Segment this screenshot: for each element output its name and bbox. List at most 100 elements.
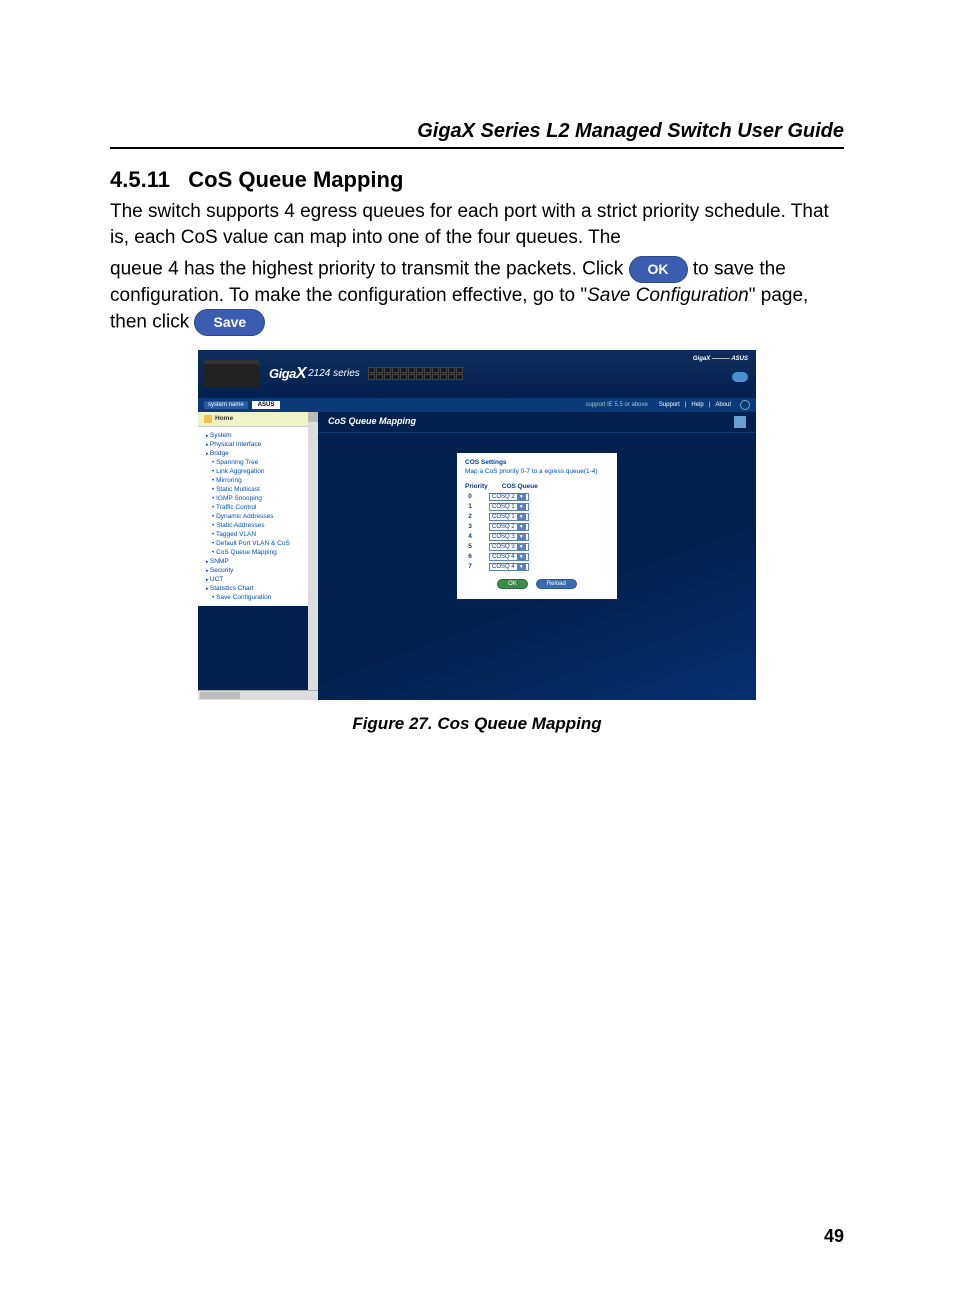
- support-text: support IE 5.5 or above: [585, 402, 647, 408]
- nav-item[interactable]: Statistics Chart: [206, 584, 317, 593]
- shot-topbar: GigaX 2124 series GigaX ——— ASUS: [198, 350, 756, 398]
- nav-item[interactable]: System: [206, 431, 317, 440]
- sidebar-scroll-h[interactable]: [198, 690, 318, 700]
- nav-item[interactable]: Static Addresses: [206, 521, 317, 530]
- figure: GigaX 2124 series GigaX ——— ASUS: [110, 350, 844, 734]
- section-title: CoS Queue Mapping: [188, 167, 403, 192]
- nav-item[interactable]: Save Configuration: [206, 593, 317, 602]
- queue-select[interactable]: COSQ 1 ▼: [489, 513, 529, 521]
- chevron-down-icon: ▼: [517, 524, 526, 530]
- doc-header: GigaX Series L2 Managed Switch User Guid…: [110, 120, 844, 149]
- nav-item[interactable]: Mirroring: [206, 476, 317, 485]
- nav-item[interactable]: Dynamic Addresses: [206, 512, 317, 521]
- nav-item[interactable]: Static Multicast: [206, 485, 317, 494]
- table-row: 6 COSQ 4 ▼: [465, 553, 609, 561]
- queue-select[interactable]: COSQ 3 ▼: [489, 543, 529, 551]
- priority-cell: 7: [465, 563, 475, 570]
- nav-list: SystemPhysical InterfaceBridgeSpanning T…: [198, 427, 317, 606]
- sysname-label: system name: [204, 401, 248, 409]
- panel-reload-button[interactable]: Reload: [536, 579, 577, 589]
- col-queue: COS Queue: [502, 483, 538, 490]
- screenshot: GigaX 2124 series GigaX ——— ASUS: [198, 350, 756, 700]
- port-panel: [368, 367, 463, 380]
- nav-item[interactable]: Traffic Control: [206, 503, 317, 512]
- priority-cell: 2: [465, 513, 475, 520]
- queue-select[interactable]: COSQ 2 ▼: [489, 493, 529, 501]
- toplink-help[interactable]: Help: [688, 402, 706, 408]
- page-number: 49: [824, 1226, 844, 1247]
- page-title-bar: CoS Queue Mapping: [318, 412, 756, 433]
- main-area: CoS Queue Mapping COS Settings Map a CoS…: [318, 412, 756, 700]
- panel-ok-button[interactable]: OK: [497, 579, 528, 589]
- priority-cell: 1: [465, 503, 475, 510]
- table-row: 4 COSQ 3 ▼: [465, 533, 609, 541]
- priority-cell: 5: [465, 543, 475, 550]
- power-off-icon[interactable]: [740, 400, 750, 410]
- nav-item[interactable]: Physical Interface: [206, 440, 317, 449]
- priority-cell: 6: [465, 553, 475, 560]
- power-icon: [732, 372, 748, 382]
- chevron-down-icon: ▼: [517, 554, 526, 560]
- nav-item[interactable]: Default Port VLAN & CoS: [206, 539, 317, 548]
- device-image: [204, 360, 259, 388]
- expand-icon[interactable]: +: [200, 428, 210, 438]
- section-heading: 4.5.11 CoS Queue Mapping: [110, 167, 844, 193]
- cos-panel: COS Settings Map a CoS priority 0-7 to a…: [457, 453, 617, 599]
- chevron-down-icon: ▼: [517, 514, 526, 520]
- chevron-down-icon: ▼: [517, 564, 526, 570]
- chevron-down-icon: ▼: [517, 544, 526, 550]
- save-button-inline: Save: [194, 309, 265, 336]
- toplink-support[interactable]: Support: [656, 402, 683, 408]
- table-row: 7 COSQ 4 ▼: [465, 563, 609, 571]
- nav-item[interactable]: IGMP Snooping: [206, 494, 317, 503]
- nav-item[interactable]: Bridge: [206, 449, 317, 458]
- home-icon: [204, 415, 212, 423]
- panel-sub: Map a CoS priority 0-7 to a egress queue…: [465, 468, 609, 475]
- chevron-down-icon: ▼: [517, 534, 526, 540]
- nav-item[interactable]: CoS Queue Mapping: [206, 548, 317, 557]
- config-icon: [734, 416, 746, 428]
- sysname-value: ASUS: [252, 401, 281, 409]
- series-label: 2124 series: [308, 368, 360, 379]
- table-row: 2 COSQ 1 ▼: [465, 513, 609, 521]
- logo-text-a: Giga: [269, 366, 296, 381]
- nav-item[interactable]: Tagged VLAN: [206, 530, 317, 539]
- logo: GigaX: [269, 365, 306, 383]
- panel-heading: COS Settings: [465, 459, 609, 466]
- para2c: Save Configuration: [587, 285, 749, 306]
- table-row: 0 COSQ 2 ▼: [465, 493, 609, 501]
- table-row: 1 COSQ 1 ▼: [465, 503, 609, 511]
- queue-select[interactable]: COSQ 2 ▼: [489, 523, 529, 531]
- chevron-down-icon: ▼: [517, 504, 526, 510]
- sidebar-scroll-v[interactable]: [308, 412, 318, 700]
- col-priority: Priority: [465, 483, 488, 490]
- para2a: queue 4 has the highest priority to tran…: [110, 259, 629, 280]
- nav-item[interactable]: SNMP: [206, 557, 317, 566]
- page-title: CoS Queue Mapping: [328, 416, 416, 428]
- home-label: Home: [215, 415, 233, 422]
- chevron-down-icon: ▼: [517, 494, 526, 500]
- home-row[interactable]: Home: [198, 412, 317, 427]
- queue-select[interactable]: COSQ 4 ▼: [489, 563, 529, 571]
- queue-select[interactable]: COSQ 4 ▼: [489, 553, 529, 561]
- priority-cell: 4: [465, 533, 475, 540]
- sidebar: Home + SystemPhysical InterfaceBridgeSpa…: [198, 412, 318, 606]
- table-head: Priority COS Queue: [465, 483, 609, 490]
- table-row: 3 COSQ 2 ▼: [465, 523, 609, 531]
- priority-cell: 0: [465, 493, 475, 500]
- para2: queue 4 has the highest priority to tran…: [110, 256, 844, 335]
- nav-item[interactable]: UCT: [206, 575, 317, 584]
- body-text: The switch supports 4 egress queues for …: [110, 199, 844, 336]
- priority-cell: 3: [465, 523, 475, 530]
- sysbar: system name ASUS support IE 5.5 or above…: [198, 398, 756, 412]
- para1: The switch supports 4 egress queues for …: [110, 199, 844, 250]
- nav-item[interactable]: Spanning Tree: [206, 458, 317, 467]
- nav-item[interactable]: Security: [206, 566, 317, 575]
- nav-item[interactable]: Link Aggregation: [206, 467, 317, 476]
- section-number: 4.5.11: [110, 167, 170, 192]
- figure-caption: Figure 27. Cos Queue Mapping: [352, 714, 601, 734]
- queue-select[interactable]: COSQ 3 ▼: [489, 533, 529, 541]
- table-row: 5 COSQ 3 ▼: [465, 543, 609, 551]
- queue-select[interactable]: COSQ 1 ▼: [489, 503, 529, 511]
- toplink-about[interactable]: About: [712, 402, 734, 408]
